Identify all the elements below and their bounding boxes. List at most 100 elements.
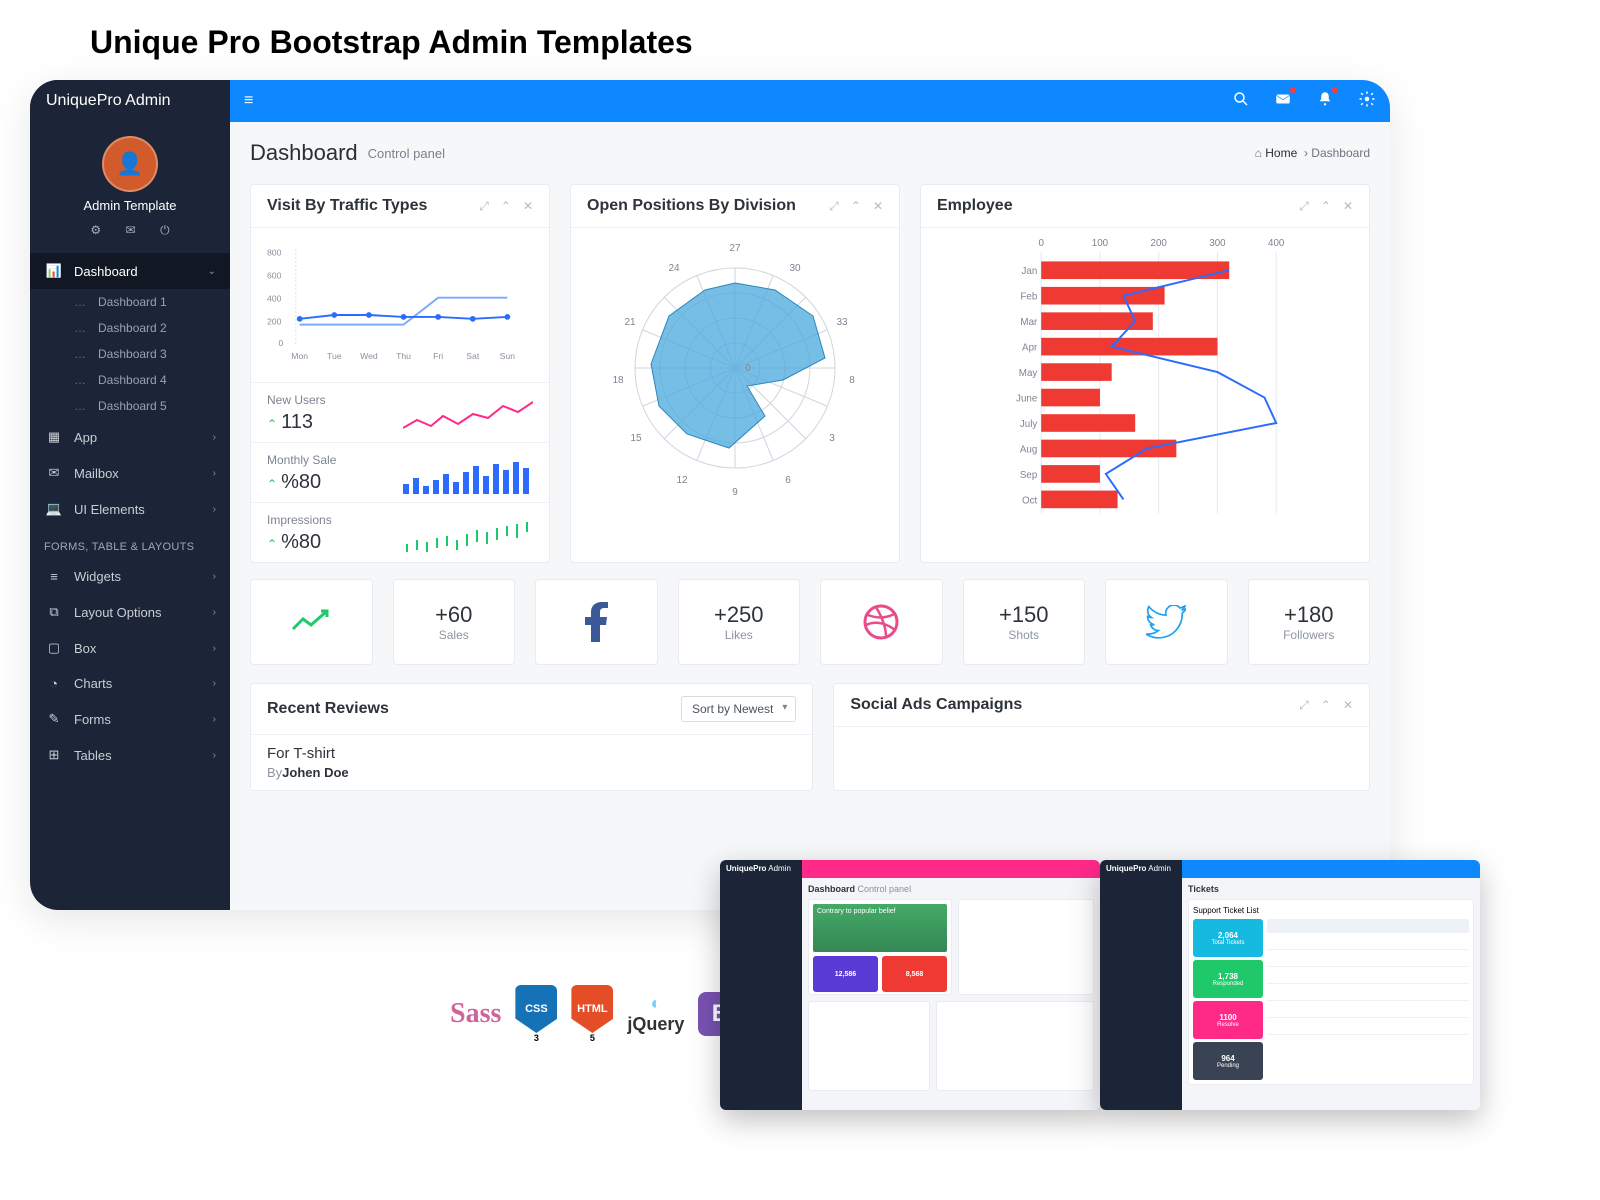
stat-label: Sales — [439, 628, 469, 642]
breadcrumb-home[interactable]: Home — [1265, 146, 1297, 160]
sidebar-label: Widgets — [74, 569, 121, 584]
card-social-ads: Social Ads Campaigns ⤢⌃✕ — [833, 683, 1370, 791]
svg-text:Sun: Sun — [500, 351, 516, 361]
collapse-icon[interactable]: ⌃ — [1321, 698, 1331, 713]
laptop-icon: 💻 — [44, 501, 64, 517]
sidebar-item-forms[interactable]: ✎Forms› — [30, 701, 230, 737]
svg-text:Sep: Sep — [1020, 470, 1038, 481]
card-title: Employee — [937, 197, 1013, 215]
main: Dashboard Control panel ⌂ Home › Dashboa… — [230, 122, 1390, 910]
topbar: ≡ — [230, 80, 1390, 122]
sidebar-item-ui[interactable]: 💻UI Elements› — [30, 491, 230, 527]
close-icon[interactable]: ✕ — [523, 199, 533, 214]
sidebar-item-layout[interactable]: ⧉Layout Options› — [30, 594, 230, 630]
preview-pink: UniquePro Admin Dashboard Control panel … — [720, 860, 1100, 1110]
svg-text:Thu: Thu — [396, 351, 411, 361]
collapse-icon[interactable]: ⌃ — [1321, 199, 1331, 214]
expand-icon[interactable]: ⤢ — [829, 199, 839, 214]
stat-label: Shots — [1008, 628, 1039, 642]
collapse-icon[interactable]: ⌃ — [501, 199, 511, 214]
svg-text:15: 15 — [630, 433, 642, 444]
jquery-logo: ◐ jQuery — [627, 993, 684, 1035]
svg-text:May: May — [1019, 368, 1038, 379]
tile-value: 8,568 — [906, 971, 924, 978]
svg-text:27: 27 — [729, 243, 741, 254]
menu-toggle-icon[interactable]: ≡ — [244, 92, 253, 110]
mock-sub: Support Ticket List — [1193, 906, 1469, 915]
sparkbar-sale — [403, 458, 533, 494]
traffic-line-chart: 8006004002000 MonTueWedThuFriSatSun — [267, 240, 536, 365]
sidebar-sub-d1[interactable]: Dashboard 1 — [30, 289, 230, 315]
expand-icon[interactable]: ⤢ — [479, 199, 489, 214]
stat-likes: +250Likes — [678, 579, 801, 665]
svg-text:Sat: Sat — [466, 351, 480, 361]
user-name: Admin Template — [30, 198, 230, 213]
sidebar-sub-d4[interactable]: Dashboard 4 — [30, 367, 230, 393]
svg-text:9: 9 — [732, 487, 738, 498]
svg-text:600: 600 — [267, 270, 282, 280]
stat-value: +180 — [1284, 602, 1334, 628]
sidebar-item-app[interactable]: ▦App› — [30, 419, 230, 455]
expand-icon[interactable]: ⤢ — [1299, 199, 1309, 214]
svg-text:Oct: Oct — [1022, 495, 1037, 506]
mail-icon[interactable]: ✉ — [126, 223, 136, 237]
dribbble-icon — [862, 603, 900, 641]
sidebar-item-box[interactable]: ▢ Box › — [30, 630, 230, 666]
close-icon[interactable]: ✕ — [1343, 199, 1353, 214]
svg-text:Mar: Mar — [1020, 317, 1038, 328]
svg-text:Fri: Fri — [433, 351, 443, 361]
preview-blue: UniquePro Admin Tickets Support Ticket L… — [1100, 860, 1480, 1110]
svg-text:3: 3 — [829, 433, 835, 444]
sidebar-label: Box — [74, 641, 96, 656]
power-icon[interactable]: ⏻ — [160, 223, 170, 237]
sidebar-item-widgets[interactable]: ≡ Widgets › — [30, 559, 230, 594]
svg-text:Tue: Tue — [327, 351, 342, 361]
expand-icon[interactable]: ⤢ — [1299, 698, 1309, 713]
sass-logo: Sass — [450, 998, 501, 1030]
css3-logo: CSS3 — [515, 985, 557, 1043]
stat-value: %80 — [281, 531, 321, 553]
avatar[interactable]: 👤 — [102, 136, 158, 192]
gear-icon[interactable]: ⚙ — [90, 223, 101, 237]
list-icon: ≡ — [44, 569, 64, 584]
sidebar-sub-d2[interactable]: Dashboard 2 — [30, 315, 230, 341]
close-icon[interactable]: ✕ — [873, 199, 883, 214]
sidebar-sub-d3[interactable]: Dashboard 3 — [30, 341, 230, 367]
stat-followers: +180Followers — [1248, 579, 1371, 665]
box-icon: ▢ — [44, 640, 64, 656]
chevron-right-icon: › — [213, 643, 216, 654]
bell-icon[interactable] — [1316, 90, 1334, 113]
stat-cards-row: +60Sales +250Likes +150Shots +180Followe… — [250, 579, 1370, 665]
svg-text:0: 0 — [1038, 238, 1044, 249]
banner-text: Contrary to popular belief — [813, 904, 947, 952]
sidebar-item-charts[interactable]: ◔Charts› — [30, 666, 230, 701]
chevron-right-icon: › — [213, 678, 216, 689]
sparkcandle — [403, 518, 533, 554]
svg-text:12: 12 — [676, 475, 688, 486]
close-icon[interactable]: ✕ — [1343, 698, 1353, 713]
chevron-right-icon: › — [213, 468, 216, 479]
svg-text:Feb: Feb — [1020, 292, 1037, 303]
trend-icon-card — [250, 579, 373, 665]
app-window: UniquePro Admin 👤 Admin Template ⚙ ✉ ⏻ 📊… — [30, 80, 1390, 910]
stat-label: Monthly Sale — [267, 453, 336, 467]
card-title: Recent Reviews — [267, 700, 389, 718]
stat-value: +60 — [435, 602, 472, 628]
dashboard-icon: 📊 — [44, 263, 64, 279]
svg-text:18: 18 — [612, 375, 624, 386]
sidebar-sub-d5[interactable]: Dashboard 5 — [30, 393, 230, 419]
settings-icon[interactable] — [1358, 90, 1376, 113]
mail-icon[interactable] — [1274, 90, 1292, 113]
dribbble-icon-card — [820, 579, 943, 665]
card-title: Visit By Traffic Types — [267, 197, 427, 215]
sidebar-item-tables[interactable]: ⊞Tables› — [30, 737, 230, 773]
sidebar-item-mailbox[interactable]: ✉Mailbox› — [30, 455, 230, 491]
search-icon[interactable] — [1232, 90, 1250, 113]
chevron-right-icon: › — [213, 571, 216, 582]
stat-sales: +60Sales — [393, 579, 516, 665]
sort-dropdown[interactable]: Sort by Newest — [681, 696, 796, 722]
sidebar-section: FORMS, TABLE & LAYOUTS — [30, 527, 230, 559]
trend-up-icon — [291, 607, 331, 637]
sidebar-item-dashboard[interactable]: 📊 Dashboard ⌄ — [30, 253, 230, 289]
collapse-icon[interactable]: ⌃ — [851, 199, 861, 214]
